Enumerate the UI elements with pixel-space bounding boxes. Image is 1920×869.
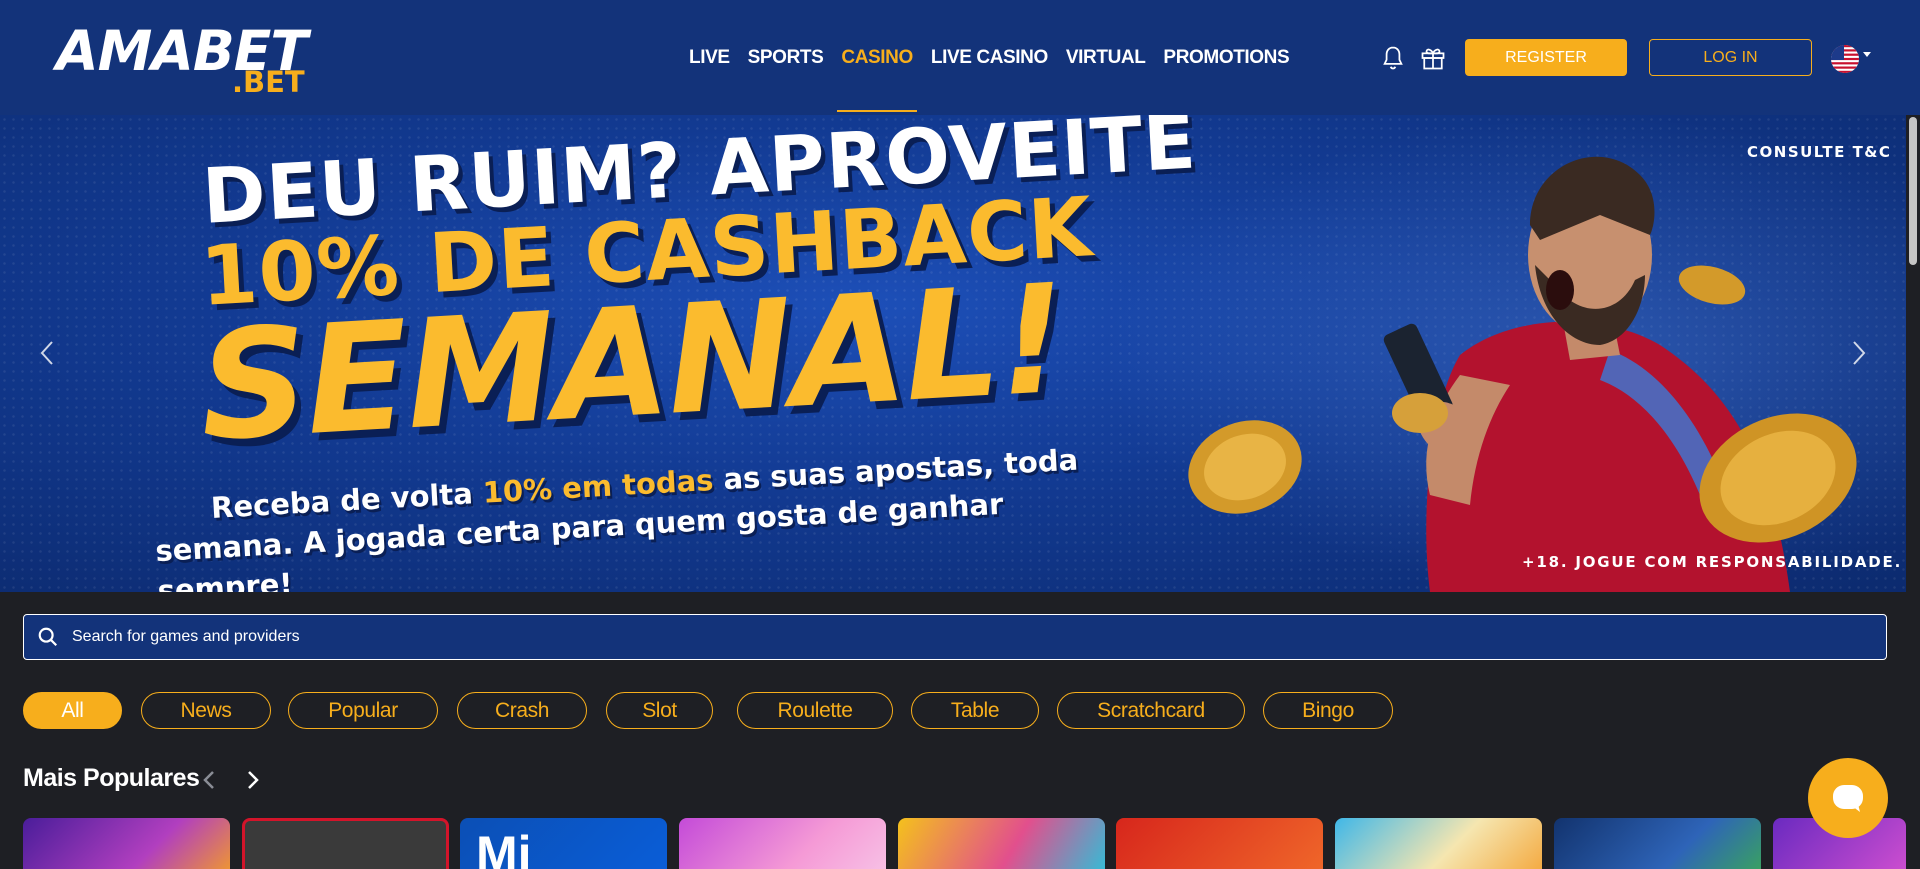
login-button[interactable]: LOG IN xyxy=(1649,39,1812,76)
game-tile[interactable] xyxy=(1116,818,1323,869)
gift-icon[interactable] xyxy=(1419,44,1447,72)
game-tile[interactable] xyxy=(23,818,230,869)
category-chip-roulette[interactable]: Roulette xyxy=(737,692,893,729)
category-chip-popular[interactable]: Popular xyxy=(288,692,438,729)
bell-icon[interactable] xyxy=(1379,44,1407,72)
search-icon xyxy=(38,627,58,647)
responsible-gaming-note: +18. JOGUE COM RESPONSABILIDADE. xyxy=(1522,553,1903,571)
game-tile[interactable] xyxy=(898,818,1105,869)
live-chat-button[interactable] xyxy=(1808,758,1888,838)
nav-promotions[interactable]: PROMOTIONS xyxy=(1154,0,1298,115)
us-flag-icon[interactable] xyxy=(1831,45,1859,73)
promo-banner[interactable]: DEU RUIM? APROVEITE 10% DE CASHBACK SEMA… xyxy=(0,115,1920,592)
main-nav: LIVE SPORTS CASINO LIVE CASINO VIRTUAL P… xyxy=(680,0,1298,115)
game-search-box[interactable] xyxy=(23,614,1887,660)
nav-live[interactable]: LIVE xyxy=(680,0,739,115)
banner-headline-3: SEMANAL! xyxy=(195,252,1070,475)
category-chip-crash[interactable]: Crash xyxy=(457,692,587,729)
banner-prev-arrow-icon[interactable] xyxy=(38,338,58,368)
game-tile[interactable] xyxy=(242,818,449,869)
terms-link[interactable]: CONSULTE T&C xyxy=(1747,143,1891,161)
page-scrollbar[interactable] xyxy=(1906,115,1920,869)
section-title: Mais Populares xyxy=(23,764,200,792)
nav-live-casino[interactable]: LIVE CASINO xyxy=(922,0,1057,115)
category-chip-slot[interactable]: Slot xyxy=(606,692,713,729)
banner-next-arrow-icon[interactable] xyxy=(1848,338,1868,368)
category-chip-news[interactable]: News xyxy=(141,692,271,729)
search-input[interactable] xyxy=(72,615,1852,659)
nav-casino[interactable]: CASINO xyxy=(832,0,922,115)
category-chip-bingo[interactable]: Bingo xyxy=(1263,692,1393,729)
language-caret-icon[interactable] xyxy=(1863,52,1871,57)
player-illustration xyxy=(1188,156,1857,592)
tile-label: Mi xyxy=(476,826,532,869)
section-next-arrow-icon[interactable] xyxy=(245,769,261,791)
amabet-logo[interactable]: AMABET .BET xyxy=(56,22,311,99)
game-tile[interactable]: Mi xyxy=(460,818,667,869)
category-chip-scratchcard[interactable]: Scratchcard xyxy=(1057,692,1245,729)
category-chip-all[interactable]: All xyxy=(23,692,122,729)
nav-virtual[interactable]: VIRTUAL xyxy=(1057,0,1155,115)
section-prev-arrow-icon[interactable] xyxy=(201,769,217,791)
scrollbar-thumb[interactable] xyxy=(1909,117,1917,265)
game-tile[interactable] xyxy=(1335,818,1542,869)
game-tile[interactable] xyxy=(679,818,886,869)
chat-bubble-icon xyxy=(1833,785,1863,812)
category-chip-table[interactable]: Table xyxy=(911,692,1039,729)
site-header: AMABET .BET LIVE SPORTS CASINO LIVE CASI… xyxy=(0,0,1920,115)
nav-sports[interactable]: SPORTS xyxy=(739,0,833,115)
register-button[interactable]: REGISTER xyxy=(1465,39,1627,76)
game-tile[interactable] xyxy=(1554,818,1761,869)
logo-suffix: .BET xyxy=(232,65,305,99)
